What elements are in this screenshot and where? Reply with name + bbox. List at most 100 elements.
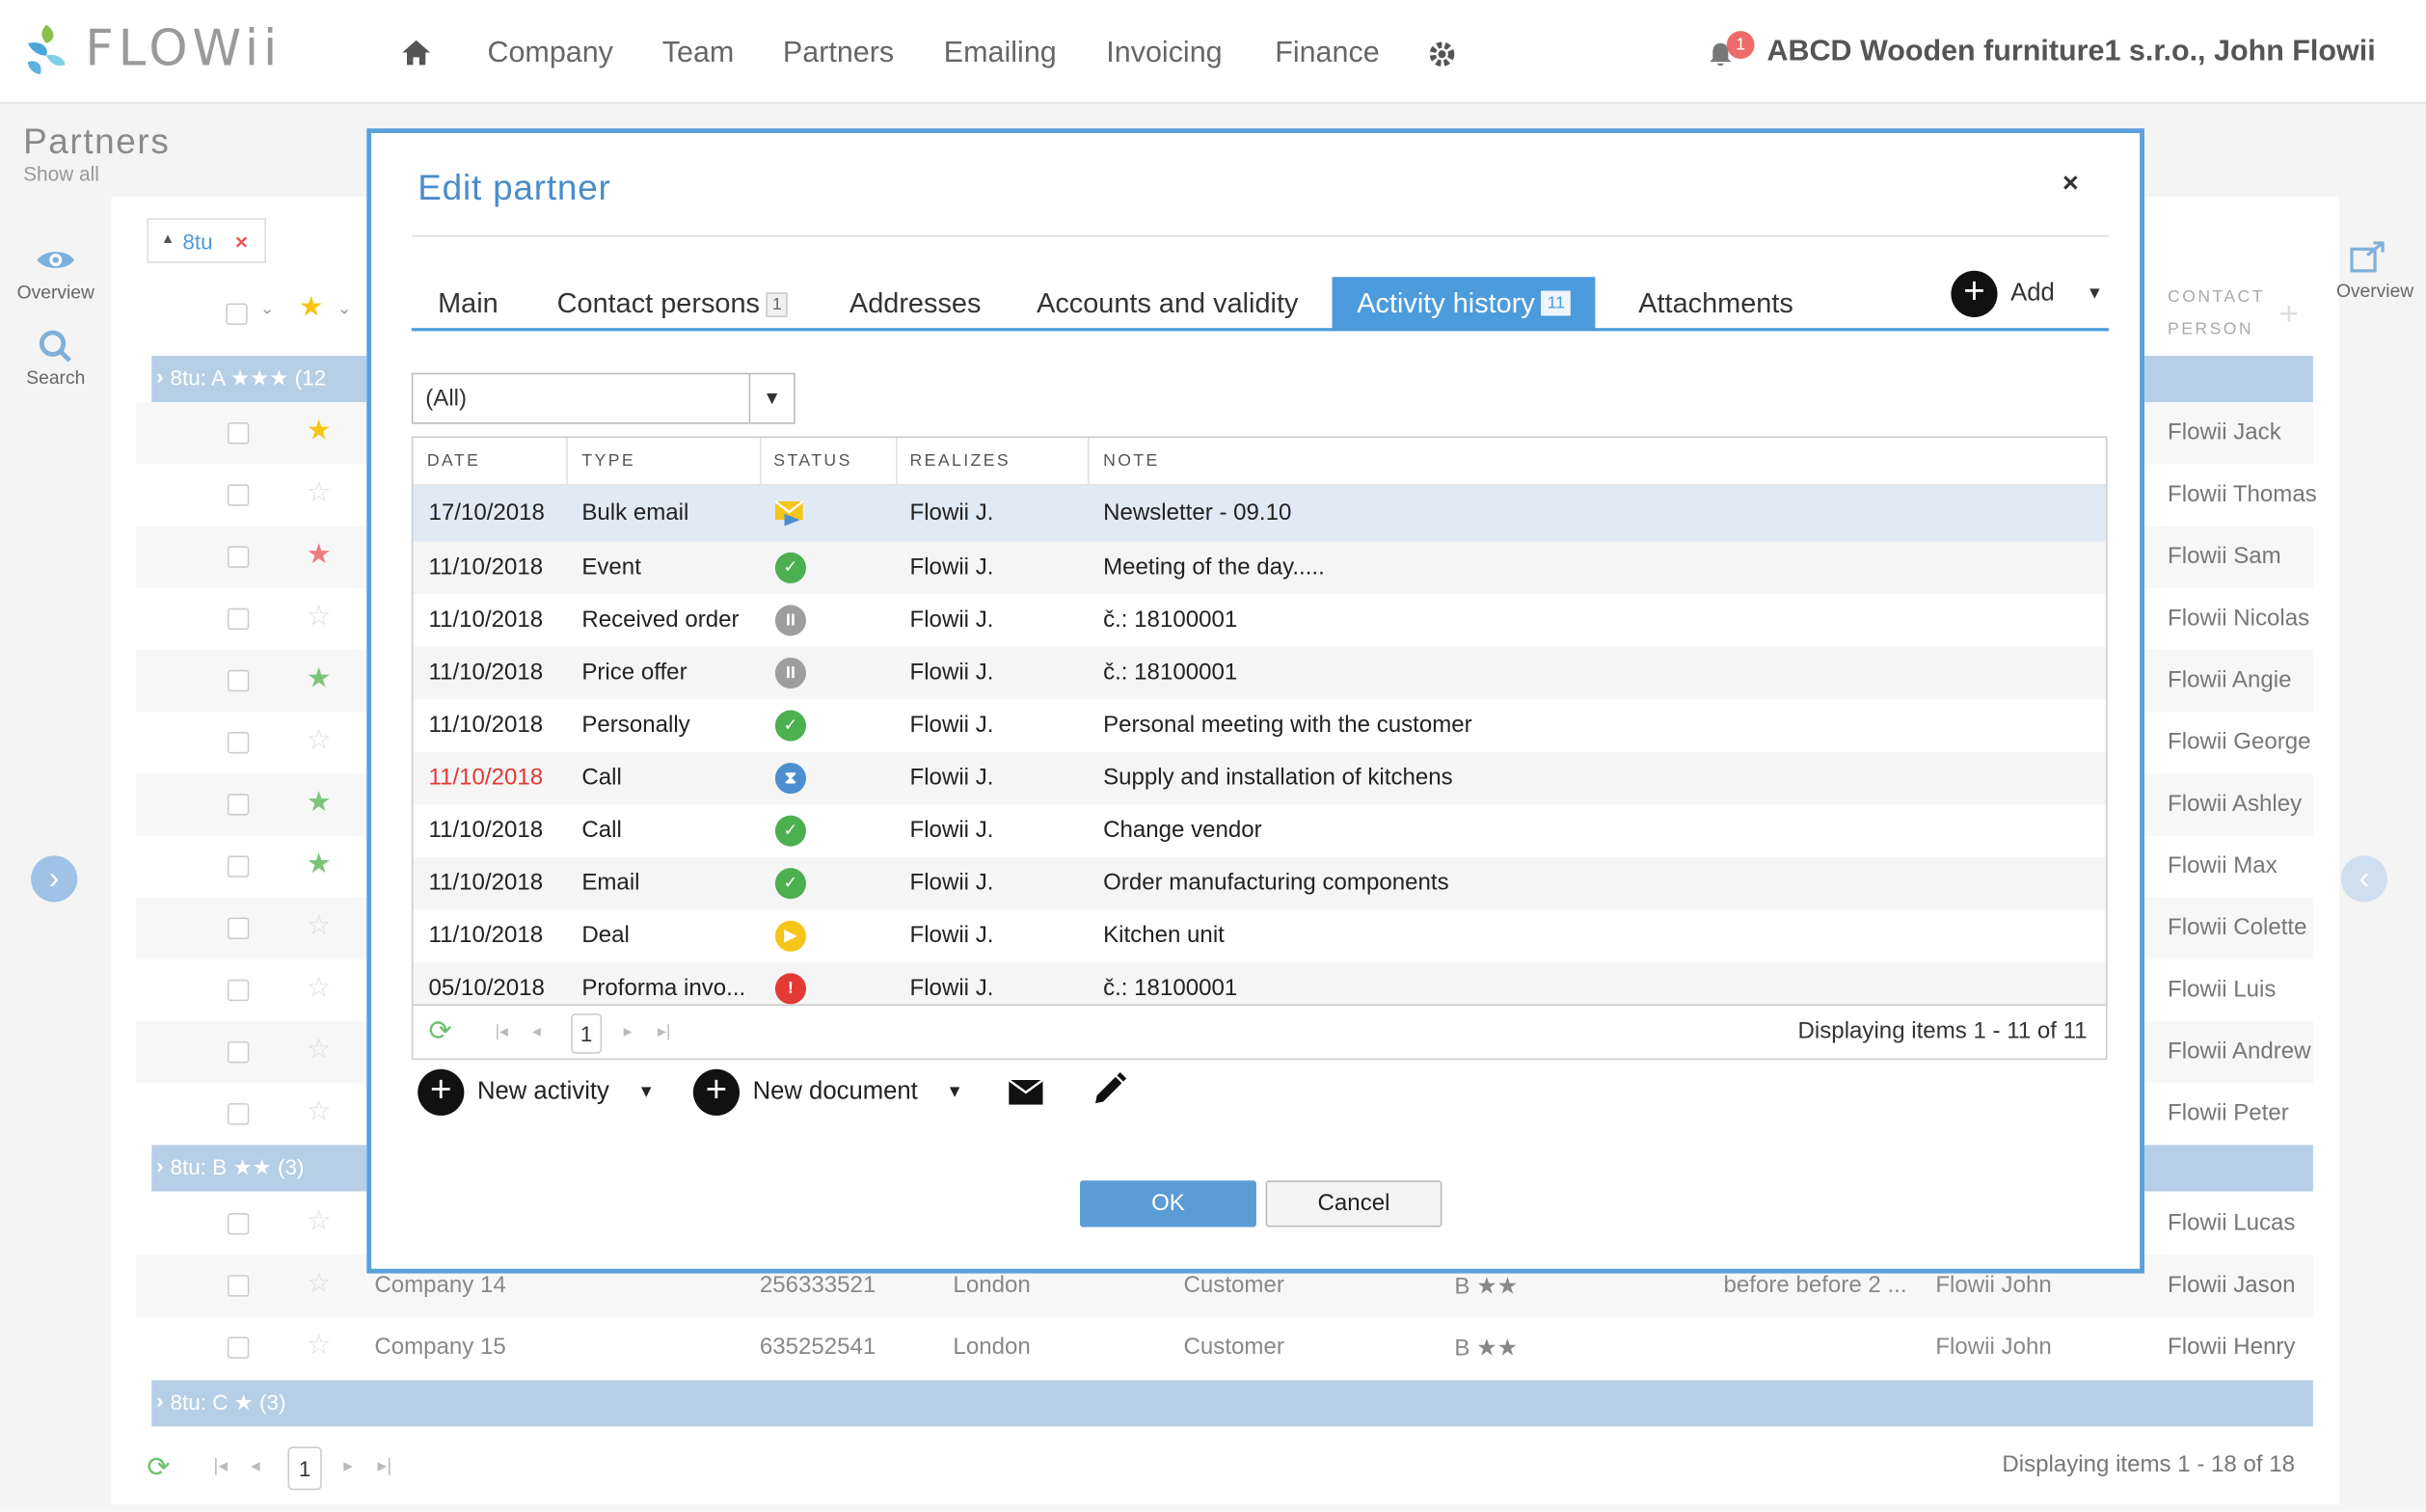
- row-checkbox[interactable]: [227, 1213, 250, 1235]
- envelope-icon[interactable]: [1008, 1079, 1044, 1113]
- ok-button[interactable]: OK: [1080, 1180, 1256, 1228]
- side-overview-label[interactable]: Overview: [17, 282, 94, 303]
- row-checkbox[interactable]: [227, 608, 250, 631]
- show-all-link[interactable]: Show all: [23, 162, 99, 185]
- favorite-star-icon[interactable]: ☆: [307, 1034, 332, 1066]
- row-checkbox[interactable]: [227, 979, 250, 1002]
- next-page-icon[interactable]: ▸: [343, 1454, 353, 1475]
- activity-row[interactable]: 17/10/2018 Bulk email Flowii J. Newslett…: [413, 485, 2106, 542]
- tab-main[interactable]: Main: [438, 287, 499, 320]
- company-name[interactable]: Company 14: [374, 1272, 505, 1298]
- chip-remove-icon[interactable]: ×: [235, 229, 248, 254]
- col-note[interactable]: NOTE: [1103, 452, 1160, 471]
- tab-attachments[interactable]: Attachments: [1638, 287, 1793, 320]
- cancel-button[interactable]: Cancel: [1265, 1180, 1442, 1228]
- first-page-icon[interactable]: |◂: [213, 1454, 228, 1475]
- col-realizes[interactable]: REALIZES: [910, 452, 1011, 471]
- close-icon[interactable]: ×: [2062, 167, 2079, 200]
- company-name[interactable]: Company 15: [374, 1334, 505, 1360]
- col-date[interactable]: DATE: [427, 452, 480, 471]
- nav-emailing[interactable]: Emailing: [944, 38, 1057, 71]
- external-link-icon[interactable]: [2349, 240, 2389, 282]
- activity-row[interactable]: 11/10/2018 Call ⧗ Flowii J. Supply and i…: [413, 751, 2106, 805]
- favorite-star-icon[interactable]: ★: [307, 538, 332, 571]
- first-page-icon[interactable]: |◂: [495, 1021, 507, 1041]
- row-checkbox[interactable]: [227, 422, 250, 445]
- prev-page-icon[interactable]: ◂: [251, 1454, 260, 1475]
- caret-down-icon[interactable]: ▼: [748, 374, 795, 423]
- activity-row[interactable]: 11/10/2018 Email ✓ Flowii J. Order manuf…: [413, 856, 2106, 910]
- eye-icon[interactable]: [36, 248, 76, 281]
- activity-row[interactable]: 11/10/2018 Received order II Flowii J. č…: [413, 594, 2105, 647]
- favorite-star-icon[interactable]: ☆: [307, 972, 332, 1005]
- prev-page-icon[interactable]: ◂: [532, 1021, 541, 1041]
- row-checkbox[interactable]: [227, 484, 250, 506]
- favorite-star-icon[interactable]: ☆: [307, 1329, 332, 1362]
- row-checkbox[interactable]: [227, 794, 250, 816]
- page-number[interactable]: 1: [571, 1013, 603, 1054]
- nav-invoicing[interactable]: Invoicing: [1106, 38, 1222, 71]
- activity-row[interactable]: 11/10/2018 Personally ✓ Flowii J. Person…: [413, 699, 2105, 752]
- last-page-icon[interactable]: ▸|: [658, 1021, 670, 1041]
- row-checkbox[interactable]: [227, 1040, 250, 1064]
- row-checkbox[interactable]: [227, 669, 250, 692]
- favorite-star-icon[interactable]: ★: [307, 662, 332, 695]
- group-header-c[interactable]: 8tu: C ★ (3) ›: [151, 1380, 2313, 1427]
- favorite-star-icon[interactable]: ☆: [307, 1205, 332, 1238]
- tab-addresses[interactable]: Addresses: [849, 287, 981, 320]
- favorite-star-icon[interactable]: ☆: [307, 1267, 332, 1300]
- refresh-icon[interactable]: ⟳: [428, 1015, 451, 1048]
- star-filter-icon[interactable]: ★: [299, 291, 324, 324]
- select-all-checkbox[interactable]: [226, 303, 248, 325]
- nav-finance[interactable]: Finance: [1275, 38, 1379, 71]
- contact-column-header[interactable]: CONTACT PERSON: [2168, 282, 2265, 346]
- favorite-star-icon[interactable]: ☆: [307, 476, 332, 509]
- tab-accounts-validity[interactable]: Accounts and validity: [1037, 287, 1298, 320]
- row-checkbox[interactable]: [227, 731, 250, 754]
- chevron-down-icon[interactable]: ⌄: [337, 299, 352, 318]
- nav-partners[interactable]: Partners: [783, 38, 894, 71]
- gear-icon[interactable]: [1426, 39, 1457, 77]
- right-overview-label[interactable]: Overview: [2336, 280, 2413, 301]
- favorite-star-icon[interactable]: ★: [307, 786, 332, 819]
- nav-company[interactable]: Company: [487, 38, 612, 71]
- add-button[interactable]: + Add ▼: [1951, 270, 2103, 317]
- row-checkbox[interactable]: [227, 855, 250, 878]
- row-checkbox[interactable]: [227, 1103, 250, 1125]
- home-icon[interactable]: [401, 39, 432, 74]
- row-checkbox[interactable]: [227, 546, 250, 568]
- favorite-star-icon[interactable]: ☆: [307, 910, 332, 943]
- nav-team[interactable]: Team: [662, 38, 735, 71]
- new-activity-button[interactable]: + New activity ▼: [418, 1068, 655, 1116]
- activity-row[interactable]: 11/10/2018 Event ✓ Flowii J. Meeting of …: [413, 541, 2106, 595]
- add-column-icon[interactable]: +: [2279, 294, 2300, 335]
- activity-row[interactable]: 11/10/2018 Deal ▶ Flowii J. Kitchen unit: [413, 910, 2105, 963]
- collapse-right-panel-button[interactable]: ‹: [2340, 855, 2387, 903]
- row-checkbox[interactable]: [227, 1336, 250, 1359]
- favorite-star-icon[interactable]: ☆: [307, 1095, 332, 1128]
- search-icon[interactable]: [39, 330, 72, 371]
- row-checkbox[interactable]: [227, 1275, 250, 1297]
- flowii-logo-icon[interactable]: [21, 18, 70, 80]
- refresh-icon[interactable]: ⟳: [147, 1451, 170, 1484]
- col-type[interactable]: TYPE: [581, 452, 635, 471]
- tab-contact-persons[interactable]: Contact persons 1: [557, 287, 789, 320]
- new-document-button[interactable]: + New document ▼: [692, 1068, 963, 1116]
- chevron-down-icon[interactable]: ⌄: [260, 299, 275, 318]
- side-search-label[interactable]: Search: [26, 366, 85, 388]
- tab-activity-history[interactable]: Activity history 11: [1332, 277, 1597, 330]
- favorite-star-icon[interactable]: ☆: [307, 724, 332, 757]
- next-page-icon[interactable]: ▸: [624, 1021, 633, 1041]
- col-status[interactable]: STATUS: [773, 452, 851, 471]
- filter-chip[interactable]: ▲ 8tu ×: [147, 218, 266, 263]
- last-page-icon[interactable]: ▸|: [378, 1454, 392, 1475]
- favorite-star-icon[interactable]: ★: [307, 415, 332, 447]
- table-row[interactable]: ☆ Company 15 635252541 London Customer B…: [136, 1317, 2313, 1379]
- pencil-icon[interactable]: [1092, 1071, 1127, 1114]
- brand-name[interactable]: FLOWii: [85, 18, 282, 77]
- activity-filter-select[interactable]: (All) ▼: [411, 372, 795, 424]
- activity-row[interactable]: 11/10/2018 Price offer II Flowii J. č.: …: [413, 646, 2106, 700]
- favorite-star-icon[interactable]: ☆: [307, 601, 332, 634]
- page-number[interactable]: 1: [287, 1446, 322, 1491]
- row-checkbox[interactable]: [227, 917, 250, 939]
